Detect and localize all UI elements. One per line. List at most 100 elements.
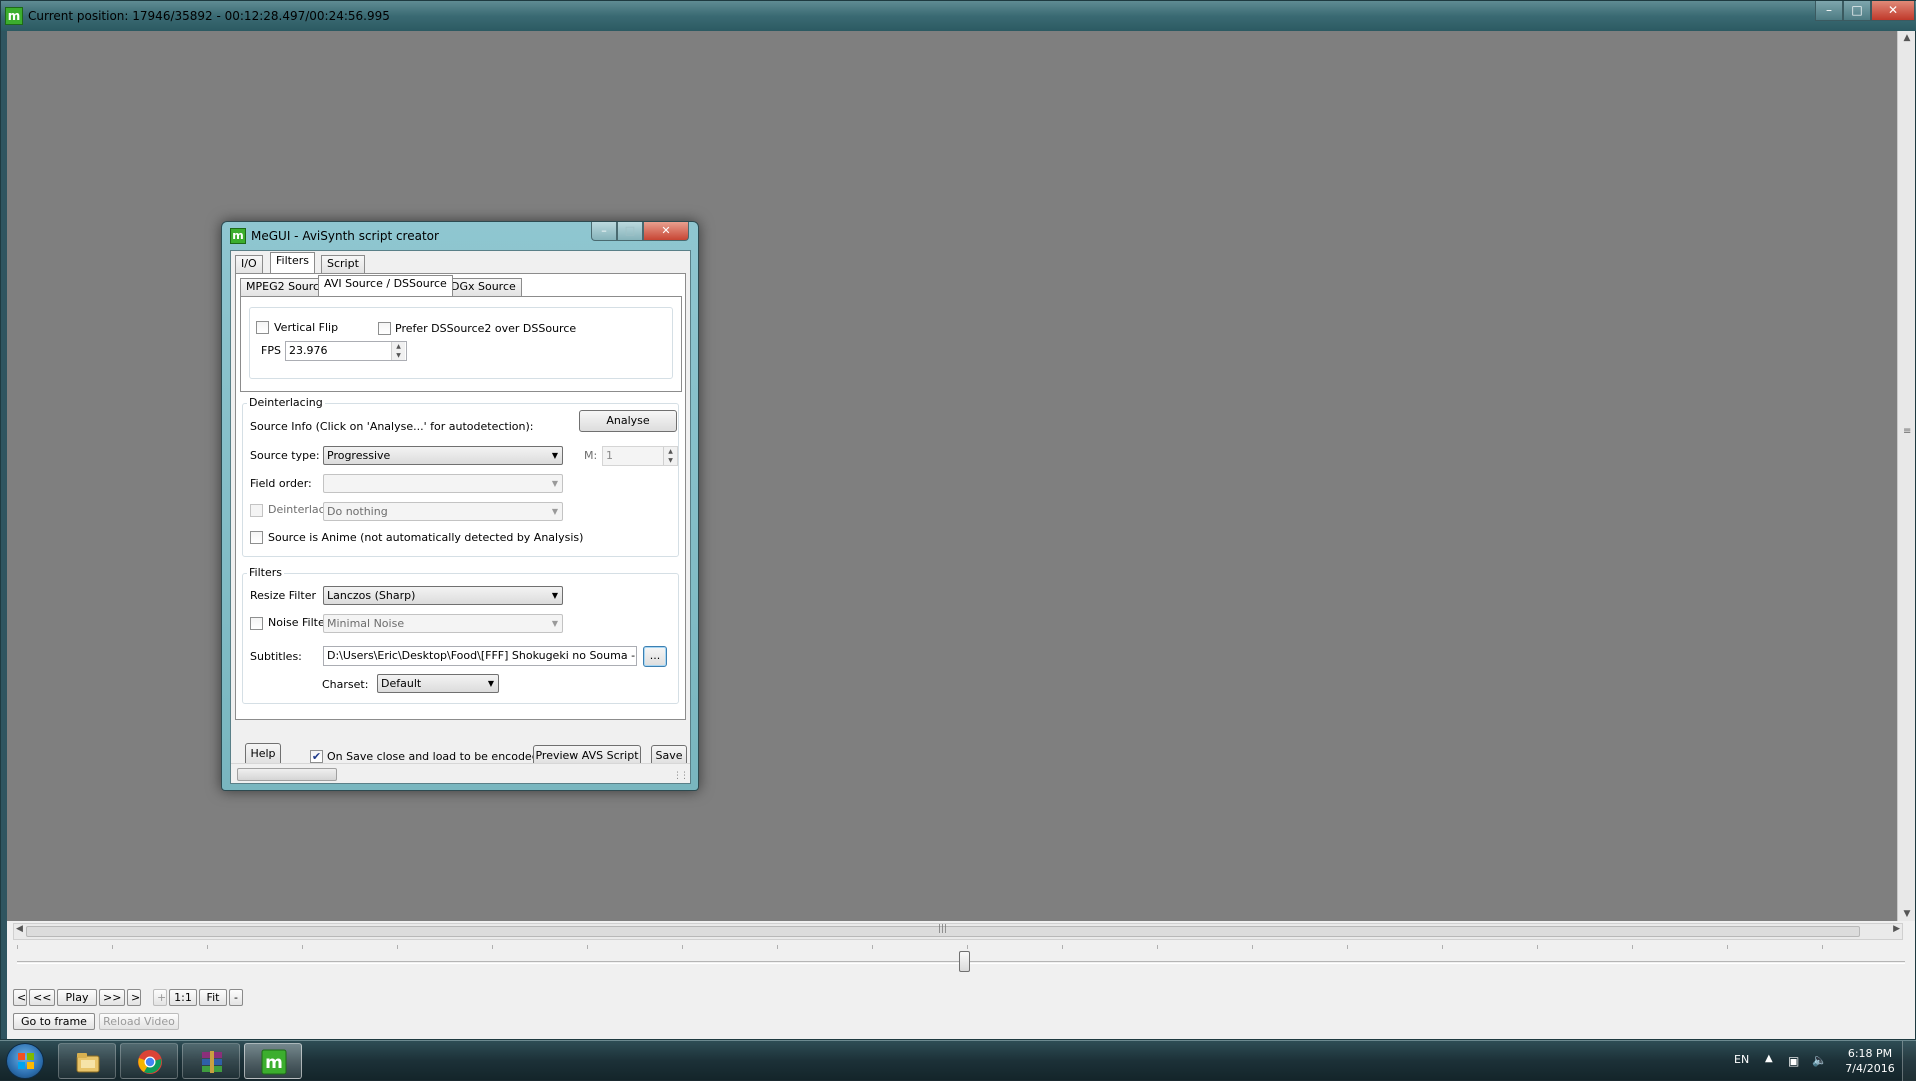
scroll-left-icon[interactable]: ◀ (16, 924, 23, 934)
spin-down-icon[interactable]: ▼ (392, 351, 405, 360)
vertical-flip-checkbox[interactable] (256, 321, 269, 334)
dialog-status-bar: ⋮⋮ (231, 763, 690, 783)
on-save-label: On Save close and load to be encoded (327, 750, 539, 763)
seek-tick (112, 945, 113, 949)
network-icon[interactable]: ▣ (1788, 1054, 1799, 1068)
chevron-down-icon: ▼ (487, 679, 494, 688)
seek-tick (17, 945, 18, 949)
tab-avi-source[interactable]: AVI Source / DSSource (318, 275, 453, 296)
noise-filter-value: Minimal Noise (327, 617, 405, 630)
dialog-maximize-button[interactable]: □ (617, 222, 643, 241)
chevron-down-icon: ▼ (551, 451, 558, 460)
subtitles-path-input[interactable]: D:\Users\Eric\Desktop\Food\[FFF] Shokuge… (323, 646, 637, 666)
zoom-1to1-button[interactable]: 1:1 (169, 989, 197, 1006)
charset-value: Default (381, 677, 422, 690)
prev-fast-button[interactable]: << (29, 989, 55, 1006)
analyse-button[interactable]: Analyse (579, 410, 677, 432)
tray-language[interactable]: EN (1734, 1053, 1749, 1066)
browse-subtitles-button[interactable]: ... (643, 646, 667, 667)
source-type-value: Progressive (327, 449, 391, 462)
charset-select[interactable]: Default ▼ (377, 674, 499, 693)
play-button[interactable]: Play (57, 989, 97, 1006)
dialog-minimize-button[interactable]: – (591, 222, 617, 241)
tab-script[interactable]: Script (321, 255, 365, 273)
winrar-icon (202, 1051, 222, 1073)
noise-filter-checkbox[interactable] (250, 617, 263, 630)
zoom-in-button[interactable]: + (153, 989, 167, 1006)
fps-input[interactable]: 23.976 (285, 341, 407, 361)
m-spinner[interactable]: ▲ ▼ (663, 447, 677, 465)
seek-tick (492, 945, 493, 949)
scroll-right-icon[interactable]: ▶ (1893, 924, 1900, 934)
seek-tick (1347, 945, 1348, 949)
deinterlace-checkbox[interactable] (250, 504, 263, 517)
noise-filter-label: Noise Filter (268, 616, 330, 629)
megui-icon: m (230, 228, 246, 244)
seek-slider-thumb[interactable] (959, 951, 970, 972)
maximize-button[interactable]: □ (1843, 1, 1871, 21)
volume-icon[interactable]: 🔈 (1812, 1053, 1827, 1067)
avi-source-page: Vertical Flip Prefer DSSource2 over DSSo… (240, 296, 682, 392)
seek-tick (1062, 945, 1063, 949)
tab-filters[interactable]: Filters (270, 252, 315, 273)
taskbar-winrar[interactable] (182, 1043, 240, 1079)
taskbar: m EN ▲ ▣ 🔈 6:18 PM 7/4/2016 (0, 1040, 1916, 1081)
fps-spinner[interactable]: ▲ ▼ (391, 342, 405, 360)
taskbar-chrome[interactable] (120, 1043, 178, 1079)
megui-icon: m (261, 1049, 287, 1075)
prefer-ds2-label: Prefer DSSource2 over DSSource (395, 322, 577, 335)
prev-frame-button[interactable]: < (13, 989, 27, 1006)
go-to-frame-button[interactable]: Go to frame (13, 1013, 95, 1030)
spin-up-icon[interactable]: ▲ (664, 447, 677, 456)
resize-grip-icon[interactable]: ⋮⋮ (673, 771, 689, 781)
status-progress-pane (237, 768, 337, 781)
m-value: 1 (606, 449, 613, 462)
spin-down-icon[interactable]: ▼ (664, 456, 677, 465)
scroll-up-icon[interactable]: ▲ (1898, 33, 1916, 43)
on-save-checkbox[interactable]: ✔ (310, 750, 323, 763)
seek-tick (302, 945, 303, 949)
source-type-select[interactable]: Progressive ▼ (323, 446, 563, 465)
subtitles-label: Subtitles: (250, 650, 302, 663)
minimize-button[interactable]: – (1815, 1, 1843, 21)
source-info-label: Source Info (Click on 'Analyse...' for a… (250, 420, 534, 433)
horizontal-scrollbar[interactable]: ◀ ||| ▶ (13, 923, 1903, 940)
vertical-scrollbar[interactable]: ▲ ≡ ▼ (1897, 31, 1915, 921)
scroll-down-icon[interactable]: ▼ (1898, 909, 1916, 919)
seek-tick (1537, 945, 1538, 949)
next-fast-button[interactable]: >> (99, 989, 125, 1006)
subtitles-path-value: D:\Users\Eric\Desktop\Food\[FFF] Shokuge… (327, 649, 636, 662)
resize-filter-select[interactable]: Lanczos (Sharp) ▼ (323, 586, 563, 605)
tray-clock[interactable]: 6:18 PM 7/4/2016 (1840, 1046, 1900, 1076)
spin-up-icon[interactable]: ▲ (392, 342, 405, 351)
fps-label: FPS (261, 344, 281, 357)
playback-panel: ◀ ||| ▶ < << Play >> > + 1:1 Fit - Go to… (7, 921, 1915, 1039)
seek-tick (967, 945, 968, 949)
deinterlace-value: Do nothing (327, 505, 388, 518)
next-frame-button[interactable]: > (127, 989, 141, 1006)
dialog-close-button[interactable]: ✕ (643, 222, 689, 241)
seek-tick (777, 945, 778, 949)
field-order-select[interactable]: ▼ (323, 474, 563, 493)
seek-tick (207, 945, 208, 949)
fit-button[interactable]: Fit (199, 989, 227, 1006)
tab-io[interactable]: I/O (235, 255, 263, 273)
resize-filter-value: Lanczos (Sharp) (327, 589, 416, 602)
source-is-anime-checkbox[interactable] (250, 531, 263, 544)
prefer-ds2-checkbox[interactable] (378, 322, 391, 335)
show-desktop-button[interactable] (1902, 1041, 1916, 1081)
tray-show-hidden-icon[interactable]: ▲ (1765, 1053, 1773, 1064)
tab-dgx-source[interactable]: DGx Source (445, 278, 522, 296)
scroll-grip-icon: ≡ (1903, 426, 1912, 437)
deinterlace-select[interactable]: Do nothing ▼ (323, 502, 563, 521)
start-button[interactable] (6, 1043, 44, 1079)
taskbar-megui[interactable]: m (244, 1043, 302, 1079)
dialog-title: MeGUI - AviSynth script creator (251, 229, 439, 243)
reload-video-button[interactable]: Reload Video (99, 1013, 179, 1030)
seek-tick (682, 945, 683, 949)
close-button[interactable]: ✕ (1871, 1, 1915, 21)
noise-filter-select[interactable]: Minimal Noise ▼ (323, 614, 563, 633)
main-title-bar[interactable]: m Current position: 17946/35892 - 00:12:… (1, 1, 1916, 31)
taskbar-explorer[interactable] (58, 1043, 116, 1079)
zoom-out-button[interactable]: - (229, 989, 243, 1006)
